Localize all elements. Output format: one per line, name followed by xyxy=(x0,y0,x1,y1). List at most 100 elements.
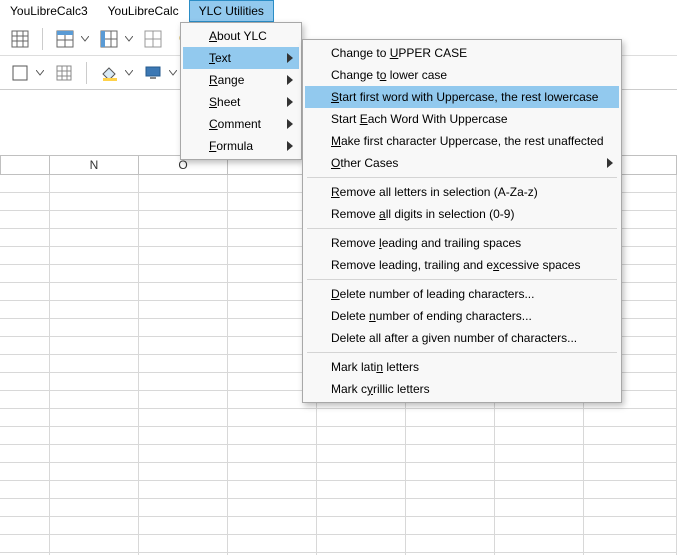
cell[interactable] xyxy=(139,175,228,193)
cell[interactable] xyxy=(0,445,50,463)
cell[interactable] xyxy=(139,283,228,301)
smallgrid-button[interactable] xyxy=(50,60,78,86)
menu-item-sheet[interactable]: Sheet xyxy=(183,91,299,113)
cell[interactable] xyxy=(0,193,50,211)
new-table-button[interactable] xyxy=(6,26,34,52)
table-style2-button[interactable] xyxy=(95,26,123,52)
cell[interactable] xyxy=(139,463,228,481)
cell[interactable] xyxy=(0,301,50,319)
cell[interactable] xyxy=(317,427,406,445)
cell[interactable] xyxy=(50,319,139,337)
fillcolor-button[interactable] xyxy=(95,60,123,86)
cell[interactable] xyxy=(0,319,50,337)
menubar-item-youlibrecalc3[interactable]: YouLibreCalc3 xyxy=(0,0,98,22)
cell[interactable] xyxy=(139,427,228,445)
cell[interactable] xyxy=(584,481,677,499)
dropdown-button[interactable] xyxy=(123,70,135,76)
cell[interactable] xyxy=(406,445,495,463)
cell[interactable] xyxy=(406,409,495,427)
cell[interactable] xyxy=(139,211,228,229)
menubar-item-youlibrecalc[interactable]: YouLibreCalc xyxy=(98,0,189,22)
cell[interactable] xyxy=(50,535,139,553)
menu-item[interactable]: Remove leading, trailing and excessive s… xyxy=(305,254,619,276)
cell[interactable] xyxy=(495,499,584,517)
cell[interactable] xyxy=(0,409,50,427)
cell[interactable] xyxy=(317,481,406,499)
dropdown-button[interactable] xyxy=(34,70,46,76)
cell[interactable] xyxy=(0,229,50,247)
menu-item[interactable]: Remove all digits in selection (0-9) xyxy=(305,203,619,225)
cell[interactable] xyxy=(317,535,406,553)
cell[interactable] xyxy=(406,517,495,535)
menu-item[interactable]: Other Cases xyxy=(305,152,619,174)
cell[interactable] xyxy=(495,463,584,481)
cell[interactable] xyxy=(50,463,139,481)
cell[interactable] xyxy=(584,499,677,517)
cell[interactable] xyxy=(139,481,228,499)
cell[interactable] xyxy=(584,427,677,445)
menu-item[interactable]: Make first character Uppercase, the rest… xyxy=(305,130,619,152)
menu-item[interactable]: Delete number of leading characters... xyxy=(305,283,619,305)
cell[interactable] xyxy=(50,355,139,373)
cell[interactable] xyxy=(50,301,139,319)
cell[interactable] xyxy=(50,499,139,517)
grid-button[interactable] xyxy=(139,26,167,52)
cell[interactable] xyxy=(317,463,406,481)
cell[interactable] xyxy=(0,373,50,391)
col-header-n[interactable]: N xyxy=(50,156,139,174)
cell[interactable] xyxy=(0,463,50,481)
cell[interactable] xyxy=(0,265,50,283)
cell[interactable] xyxy=(50,517,139,535)
menu-item[interactable]: Remove all letters in selection (A-Za-z) xyxy=(305,181,619,203)
cell[interactable] xyxy=(0,481,50,499)
border-button[interactable] xyxy=(6,60,34,86)
cell[interactable] xyxy=(50,391,139,409)
dropdown-button[interactable] xyxy=(79,36,91,42)
cell[interactable] xyxy=(139,445,228,463)
cell[interactable] xyxy=(406,463,495,481)
cell[interactable] xyxy=(139,535,228,553)
cell[interactable] xyxy=(317,517,406,535)
cell[interactable] xyxy=(584,445,677,463)
cell[interactable] xyxy=(50,427,139,445)
cell[interactable] xyxy=(584,535,677,553)
menu-item[interactable]: Change to lower case xyxy=(305,64,619,86)
cell[interactable] xyxy=(406,427,495,445)
cell[interactable] xyxy=(406,535,495,553)
cell[interactable] xyxy=(495,517,584,535)
cell[interactable] xyxy=(50,481,139,499)
cell[interactable] xyxy=(228,463,317,481)
cell[interactable] xyxy=(0,517,50,535)
menu-item-text[interactable]: Text xyxy=(183,47,299,69)
cell[interactable] xyxy=(406,481,495,499)
cell[interactable] xyxy=(495,409,584,427)
cell[interactable] xyxy=(50,211,139,229)
cell[interactable] xyxy=(139,499,228,517)
cell[interactable] xyxy=(495,535,584,553)
cell[interactable] xyxy=(50,373,139,391)
cell[interactable] xyxy=(50,229,139,247)
menu-item-formula[interactable]: Formula xyxy=(183,135,299,157)
cell[interactable] xyxy=(50,175,139,193)
cell[interactable] xyxy=(228,481,317,499)
menu-item[interactable]: Delete number of ending characters... xyxy=(305,305,619,327)
table-style-button[interactable] xyxy=(51,26,79,52)
menu-item[interactable]: Start Each Word With Uppercase xyxy=(305,108,619,130)
cell[interactable] xyxy=(0,211,50,229)
dropdown-button[interactable] xyxy=(167,70,179,76)
cell[interactable] xyxy=(584,409,677,427)
cell[interactable] xyxy=(0,175,50,193)
cell[interactable] xyxy=(50,409,139,427)
menu-item-range[interactable]: Range xyxy=(183,69,299,91)
monitor-button[interactable] xyxy=(139,60,167,86)
cell[interactable] xyxy=(139,373,228,391)
menu-item[interactable]: Mark latin letters xyxy=(305,356,619,378)
cell[interactable] xyxy=(0,337,50,355)
cell[interactable] xyxy=(139,337,228,355)
cell[interactable] xyxy=(228,499,317,517)
menubar-item-ylc-utilities[interactable]: YLC Utilities xyxy=(189,0,274,22)
cell[interactable] xyxy=(0,283,50,301)
menu-item[interactable]: Mark cyrillic letters xyxy=(305,378,619,400)
cell[interactable] xyxy=(50,247,139,265)
cell[interactable] xyxy=(495,481,584,499)
